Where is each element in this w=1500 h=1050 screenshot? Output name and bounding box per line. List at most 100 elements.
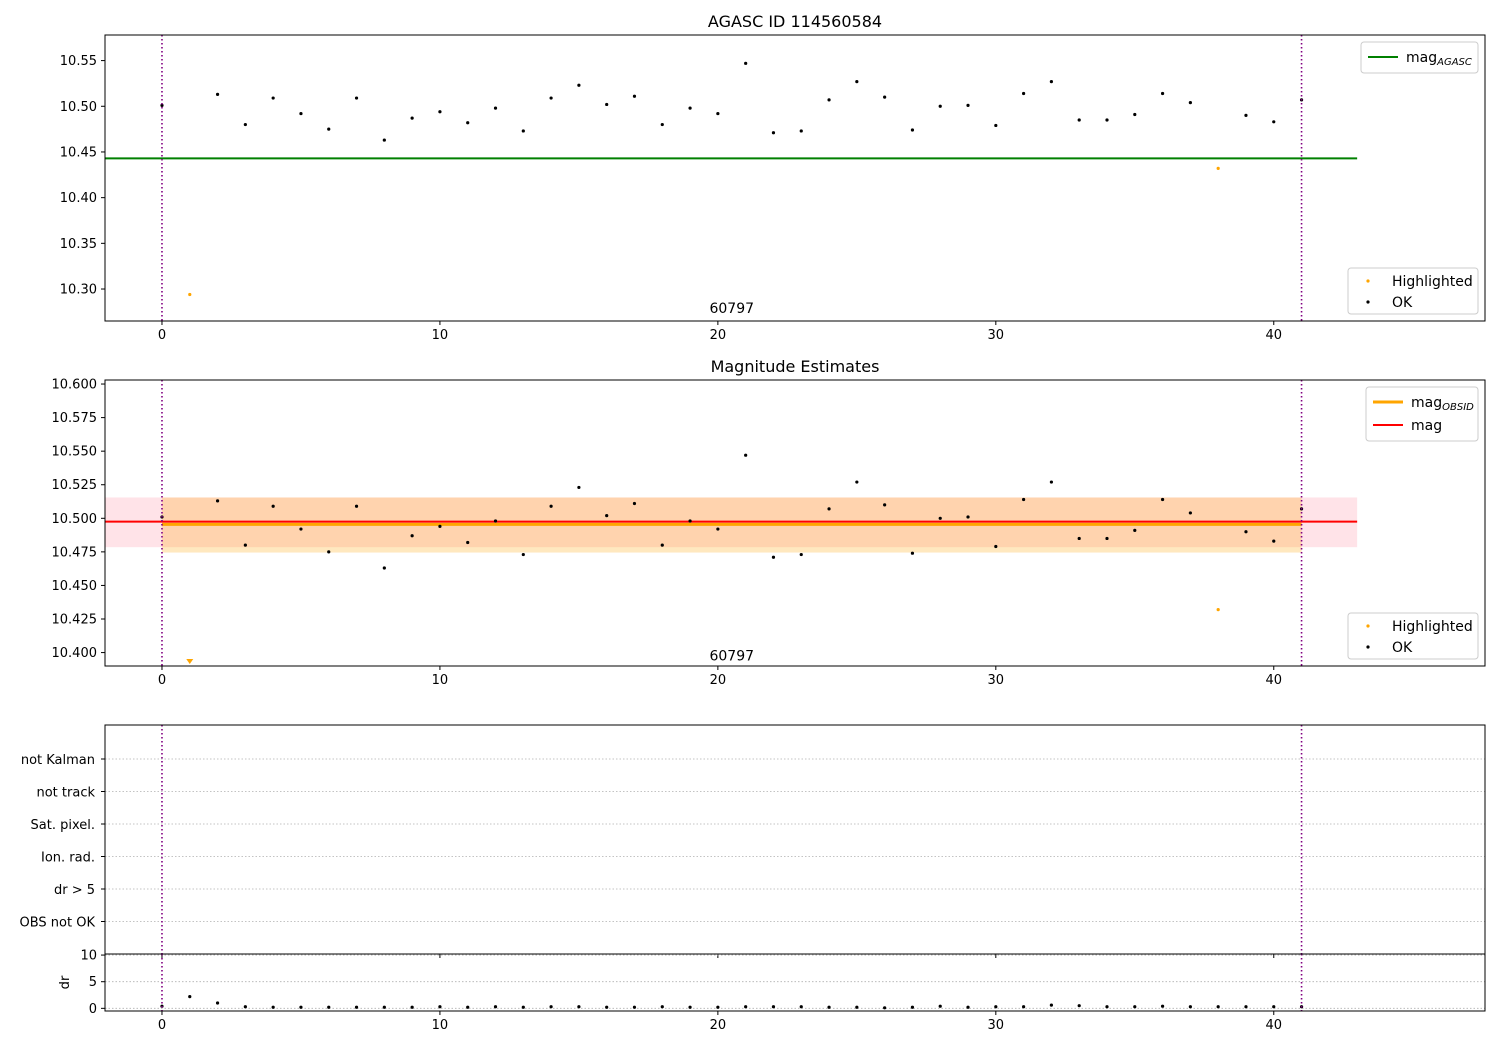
chart-1-point-highlighted [1216, 166, 1220, 171]
chart-4-point-dr [966, 1005, 970, 1009]
chart-4-point-dr [1188, 1005, 1192, 1009]
chart-4-point-dr [215, 1001, 220, 1005]
chart-1-point-ok [243, 122, 247, 127]
chart-1-point-ok [1077, 118, 1081, 122]
chart-1-xtick-label: 40 [1265, 328, 1282, 343]
chart-2-legend-marker [1366, 624, 1370, 628]
chart-2-annotation: 60797 [709, 649, 754, 665]
chart-4-point-dr [1105, 1005, 1109, 1009]
chart-1-xtick-label: 0 [158, 328, 166, 343]
chart-1-annotation: 60797 [709, 301, 754, 317]
chart-1-point-ok [771, 131, 776, 135]
chart-1-point-ok [466, 121, 470, 125]
chart-4-point-dr [466, 1005, 470, 1009]
chart-4-point-dr [410, 1005, 414, 1009]
chart-2-point-ok [438, 524, 442, 528]
chart-1-point-ok [410, 116, 414, 120]
chart-2-legend-marker [1366, 645, 1370, 649]
chart-2-point-ok [327, 550, 331, 554]
chart-3-category-label: OBS not OK [20, 916, 96, 931]
chart-2-ytick-label: 10.500 [52, 512, 98, 527]
chart-1-point-ok [549, 96, 553, 100]
chart-4-point-dr [660, 1005, 664, 1009]
chart-4-point-dr [1216, 1005, 1220, 1009]
chart-4-point-dr [438, 1005, 442, 1009]
chart-2-point-ok [799, 552, 803, 557]
chart-2-point-ok [354, 504, 359, 508]
chart-2-point-highlighted [1216, 608, 1220, 612]
chart-1-ytick-label: 10.35 [60, 237, 97, 252]
chart-4-point-dr [605, 1005, 609, 1009]
chart-2-legend-label: mag [1411, 418, 1442, 434]
chart-4-xtick-label: 0 [158, 1018, 166, 1033]
chart-1-point-ok [855, 80, 859, 84]
chart-4-ytick-label: 5 [89, 975, 97, 990]
chart-2-point-ok [1133, 528, 1137, 532]
chart-1-point-ok [1272, 120, 1276, 124]
chart-2-xtick-label: 0 [158, 673, 166, 688]
chart-2-point-ok [938, 516, 942, 520]
chart-2-point-ok [688, 519, 692, 523]
chart-1-point-ok [632, 94, 637, 98]
chart-2-point-ok [521, 552, 525, 557]
chart-4-point-dr [188, 995, 192, 999]
chart-4-point-dr [521, 1005, 525, 1009]
chart-4-xtick-label: 30 [988, 1018, 1005, 1033]
chart-1-point-ok [660, 122, 664, 127]
chart-1-point-ok [688, 106, 692, 110]
chart-2-point-ok [1077, 536, 1081, 541]
chart-1-xtick-label: 20 [710, 328, 727, 343]
chart-4-point-dr [1244, 1005, 1248, 1009]
chart-1-point-ok [1188, 101, 1192, 105]
chart-1-point-ok [493, 106, 498, 110]
chart-2-point-ok [827, 507, 831, 511]
chart-1-point-ok [215, 92, 220, 96]
chart-4-point-dr [577, 1005, 581, 1009]
chart-2-ytick-label: 10.525 [52, 478, 98, 493]
chart-1-legend-label: OK [1392, 295, 1413, 311]
chart-1-point-ok [994, 123, 998, 128]
chart-4-point-dr [549, 1005, 553, 1009]
chart-1-ytick-label: 10.40 [60, 191, 97, 206]
chart-2-point-ok [605, 514, 609, 518]
chart-4-point-dr [299, 1005, 303, 1009]
chart-4-ytick-label: 0 [89, 1002, 97, 1017]
chart-1-point-ok [1022, 91, 1026, 96]
chart-2-point-ok [493, 519, 498, 523]
chart-4-point-dr [493, 1005, 498, 1009]
chart-4-point-dr [1133, 1005, 1137, 1009]
chart-4-point-dr [271, 1005, 275, 1009]
chart-2-ytick-label: 10.475 [52, 545, 98, 560]
chart-1-point-ok [438, 110, 442, 114]
chart-4-point-dr [1160, 1004, 1165, 1008]
chart-2-point-ok [271, 504, 275, 508]
chart-4-ylabel: dr [58, 975, 73, 989]
chart-2-legend-label: Highlighted [1392, 619, 1473, 635]
chart-1-point-ok [744, 61, 748, 65]
chart-2-point-ok [299, 527, 303, 531]
chart-4-point-dr [632, 1005, 637, 1009]
chart-3-category-label: Sat. pixel. [31, 818, 95, 833]
chart-4-point-dr [827, 1005, 831, 1009]
chart-2-point-ok [1160, 497, 1165, 502]
chart-3-category-label: dr > 5 [54, 883, 95, 898]
chart-2-xtick-label: 20 [710, 673, 727, 688]
chart-3-category-label: not track [36, 786, 95, 801]
chart-1-point-ok [299, 111, 303, 116]
chart-4-point-dr [744, 1005, 748, 1009]
chart-2-ytick-label: 10.600 [52, 378, 98, 393]
chart-2-point-ok [215, 499, 220, 503]
chart-1-title: AGASC ID 114560584 [708, 12, 882, 31]
chart-1-point-ok [827, 98, 831, 102]
chart-2-point-ok [966, 515, 970, 519]
chart-2-point-ok [466, 540, 470, 545]
chart-2-xtick-label: 40 [1265, 673, 1282, 688]
chart-1-point-ok [938, 104, 942, 108]
chart-4-xtick-label: 40 [1265, 1018, 1282, 1033]
chart-1-legend-marker [1366, 300, 1370, 304]
chart-1-point-ok [271, 96, 275, 100]
chart-2-title: Magnitude Estimates [711, 357, 880, 376]
chart-2-point-ok [1244, 530, 1248, 534]
chart-2-point-ok [410, 534, 414, 538]
chart-1-point-ok [327, 127, 331, 131]
